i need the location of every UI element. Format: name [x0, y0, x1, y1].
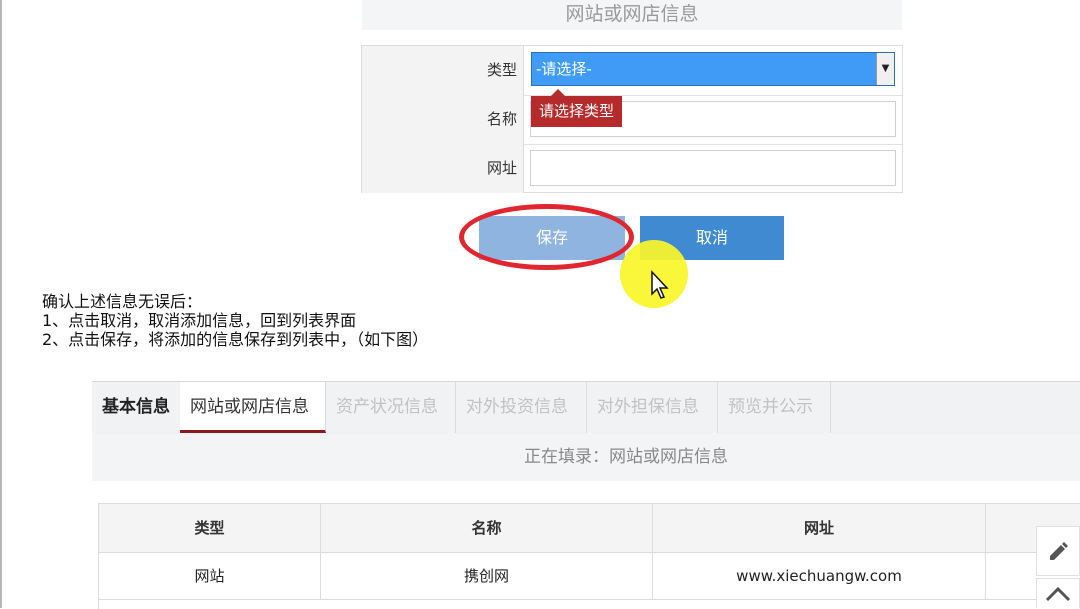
column-header-url: 网址 [653, 504, 986, 553]
instruction-line-3: 2、点击保存，将添加的信息保存到列表中，（如下图） [42, 330, 429, 349]
column-header-name: 名称 [321, 504, 653, 553]
column-header-type: 类型 [99, 504, 321, 553]
website-info-form: 类型 -请选择- ▼ 名称 网址 [361, 45, 903, 193]
form-row-name: 名称 [362, 95, 902, 145]
form-row-type: 类型 -请选择- ▼ [362, 46, 902, 96]
tab-preview-publish: 预览并公示 [718, 382, 831, 433]
type-label: 类型 [362, 46, 524, 95]
filling-status-text: 正在填录：网站或网店信息 [524, 447, 728, 467]
validation-tooltip: 请选择类型 [531, 96, 622, 127]
table-cell-type: 网站 [99, 553, 321, 600]
scroll-top-button[interactable] [1036, 578, 1080, 608]
window-left-edge [0, 0, 2, 608]
validation-tooltip-arrow [551, 89, 565, 96]
table-cell-name: 携创网 [321, 553, 653, 600]
mouse-cursor-icon [651, 270, 669, 299]
tab-asset-status: 资产状况信息 [326, 382, 456, 433]
filling-status-bar: 正在填录：网站或网店信息 [92, 433, 1080, 481]
instructions-text: 确认上述信息无误后： 1、点击取消，取消添加信息，回到列表界面 2、点击保存，将… [42, 292, 642, 349]
chevron-down-icon[interactable]: ▼ [876, 53, 894, 85]
tab-external-guarantee: 对外担保信息 [587, 382, 718, 433]
edit-tool-button[interactable] [1036, 526, 1080, 576]
tab-website-info[interactable]: 网站或网店信息 [180, 382, 326, 433]
table-cell-url: www.xiechuangw.com [653, 553, 986, 600]
type-select[interactable]: -请选择- ▼ [531, 52, 895, 86]
website-list-table: 类型 名称 网址 网站 携创网 www.xiechuangw.com [98, 503, 1080, 609]
step-tabs: 基本信息 网站或网店信息 资产状况信息 对外投资信息 对外担保信息 预览并公示 [92, 381, 1080, 433]
instruction-line-1: 确认上述信息无误后： [42, 292, 203, 311]
type-select-value: -请选择- [536, 60, 592, 78]
pencil-icon [1050, 542, 1068, 560]
url-label: 网址 [362, 144, 524, 193]
tab-external-investment: 对外投资信息 [456, 382, 587, 433]
instruction-line-2: 1、点击取消，取消添加信息，回到列表界面 [42, 311, 357, 330]
form-row-url: 网址 [362, 144, 902, 193]
form-section-title: 网站或网店信息 [362, 0, 902, 30]
tab-basic-info[interactable]: 基本信息 [92, 382, 180, 433]
annotation-ring [459, 204, 634, 270]
name-label: 名称 [362, 95, 524, 144]
chevron-up-icon [1045, 586, 1071, 601]
url-input[interactable] [530, 150, 896, 186]
